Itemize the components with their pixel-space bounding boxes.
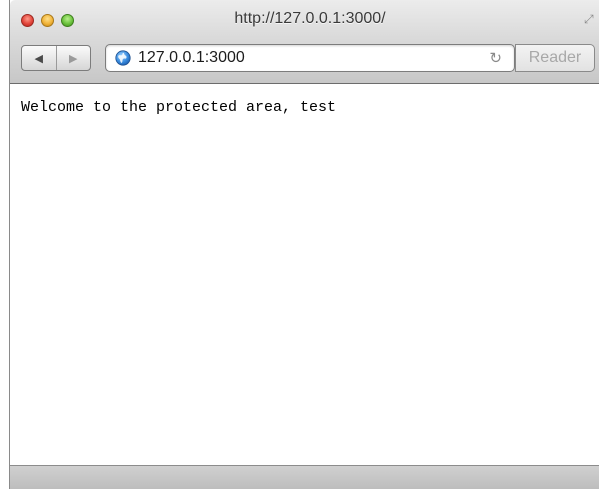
forward-button[interactable]: ▶	[57, 46, 91, 70]
title-bar: http://127.0.0.1:3000/ ⤢ ◀ ▶ 127.0.0.1:3…	[10, 0, 599, 84]
browser-window: http://127.0.0.1:3000/ ⤢ ◀ ▶ 127.0.0.1:3…	[9, 0, 599, 489]
minimize-window-button[interactable]	[41, 14, 54, 27]
welcome-message: Welcome to the protected area, test	[21, 99, 337, 116]
address-bar[interactable]: 127.0.0.1:3000 ↻	[105, 44, 515, 72]
page-content: Welcome to the protected area, test	[10, 84, 599, 465]
reader-button[interactable]: Reader	[515, 44, 595, 72]
back-arrow-icon: ◀	[34, 51, 43, 65]
window-title: http://127.0.0.1:3000/	[234, 10, 386, 27]
reload-icon[interactable]: ↻	[489, 49, 502, 67]
status-bar	[10, 465, 599, 489]
fullscreen-icon[interactable]: ⤢	[584, 12, 598, 26]
navigation-buttons: ◀ ▶	[21, 45, 91, 71]
globe-icon	[115, 50, 131, 66]
address-text: 127.0.0.1:3000	[138, 49, 245, 66]
close-window-button[interactable]	[21, 14, 34, 27]
zoom-window-button[interactable]	[61, 14, 74, 27]
forward-arrow-icon: ▶	[69, 51, 78, 65]
back-button[interactable]: ◀	[22, 46, 57, 70]
